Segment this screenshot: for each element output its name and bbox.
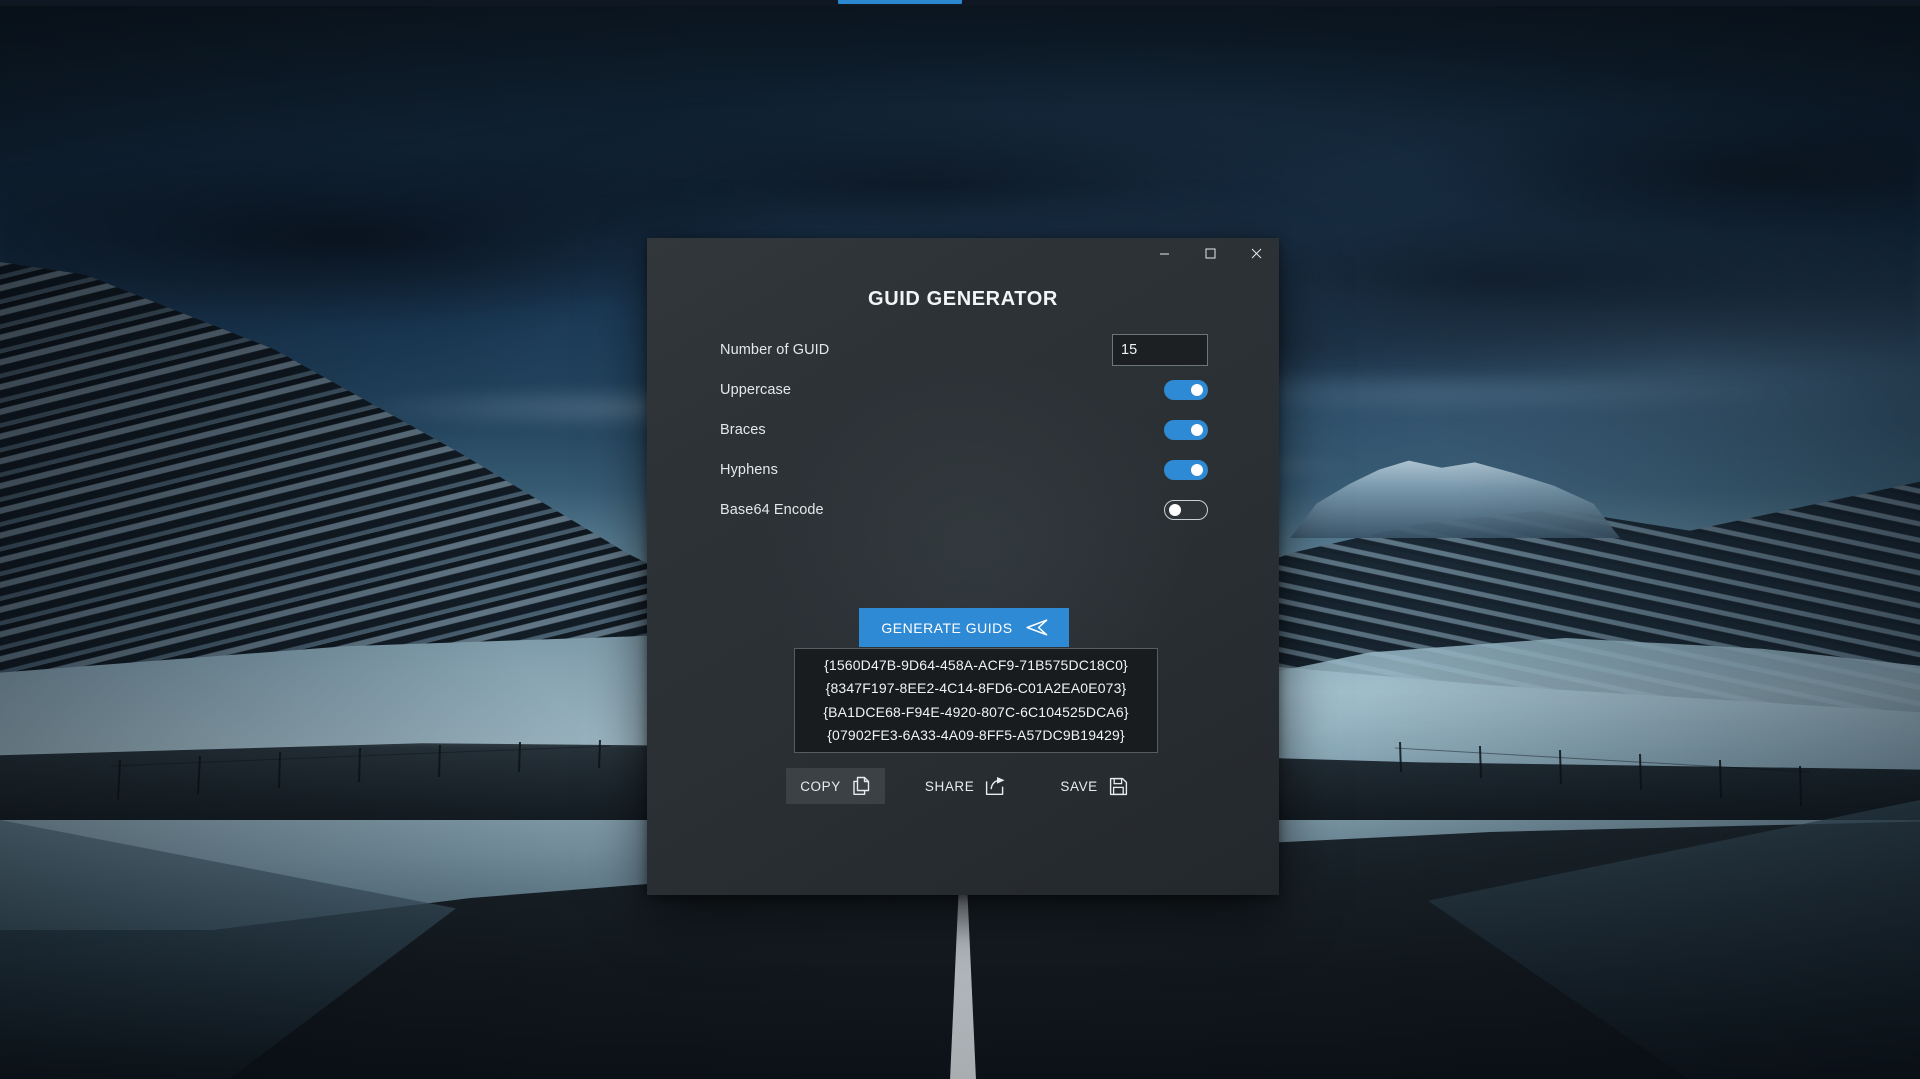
minimize-icon	[1159, 253, 1169, 255]
save-button[interactable]: SAVE	[1046, 769, 1141, 804]
number-of-guid-input[interactable]	[1112, 334, 1208, 366]
generate-button-container: GENERATE GUIDS	[720, 608, 1208, 647]
share-icon	[986, 777, 1005, 795]
guid-line: {1560D47B-9D64-458A-ACF9-71B575DC18C0}	[824, 656, 1128, 673]
minimize-button[interactable]	[1141, 238, 1187, 269]
close-button[interactable]	[1233, 238, 1279, 269]
page-title: GUID GENERATOR	[868, 288, 1058, 310]
form-row-number-of-guid: Number of GUID	[720, 330, 1208, 370]
label-uppercase: Uppercase	[720, 382, 792, 398]
guid-line: {07902FE3-6A33-4A09-8FF5-A57DC9B19429}	[827, 727, 1125, 743]
guid-line: {8347F197-8EE2-4C14-8FD6-C01A2EA0E073}	[825, 680, 1127, 696]
send-icon	[1026, 619, 1047, 636]
action-bar: COPY SHARE SAVE	[720, 768, 1208, 804]
save-button-label: SAVE	[1060, 778, 1098, 794]
copy-button[interactable]: COPY	[786, 768, 885, 804]
toggle-knob	[1169, 504, 1181, 516]
form-row-uppercase: Uppercase	[720, 370, 1208, 410]
copy-icon	[853, 776, 870, 795]
window-titlebar	[647, 238, 1279, 276]
toggle-hyphens[interactable]	[1164, 460, 1208, 480]
toggle-braces[interactable]	[1164, 420, 1208, 440]
label-braces: Braces	[720, 422, 766, 438]
toggle-uppercase[interactable]	[1164, 380, 1208, 400]
toggle-knob	[1191, 464, 1203, 476]
generate-guids-label: GENERATE GUIDS	[881, 619, 1013, 636]
guid-output-area[interactable]: {1560D47B-9D64-458A-ACF9-71B575DC18C0} {…	[794, 648, 1158, 753]
close-icon	[1251, 248, 1261, 259]
maximize-button[interactable]	[1187, 238, 1233, 269]
label-number-of-guid: Number of GUID	[720, 342, 830, 358]
guid-generator-window: GUID GENERATOR Number of GUID Uppercase …	[647, 238, 1279, 895]
taskbar-accent-bar	[838, 0, 962, 4]
save-icon	[1109, 777, 1127, 795]
options-form: Number of GUID Uppercase Braces Hyphens	[720, 330, 1208, 804]
maximize-icon	[1205, 248, 1215, 259]
form-row-base64-encode: Base64 Encode	[720, 490, 1208, 530]
form-row-hyphens: Hyphens	[720, 450, 1208, 490]
generate-guids-button[interactable]: GENERATE GUIDS	[859, 608, 1069, 647]
copy-button-label: COPY	[800, 778, 841, 794]
desktop: GUID GENERATOR Number of GUID Uppercase …	[0, 0, 1920, 1079]
label-hyphens: Hyphens	[720, 462, 778, 478]
share-button-label: SHARE	[924, 778, 975, 794]
toggle-base64-encode[interactable]	[1164, 500, 1208, 520]
form-row-braces: Braces	[720, 410, 1208, 450]
toggle-knob	[1191, 384, 1203, 396]
guid-line: {BA1DCE68-F94E-4920-807C-6C104525DCA6}	[823, 703, 1129, 720]
toggle-knob	[1191, 424, 1203, 436]
share-button[interactable]: SHARE	[911, 768, 1021, 804]
label-base64-encode: Base64 Encode	[720, 502, 824, 518]
